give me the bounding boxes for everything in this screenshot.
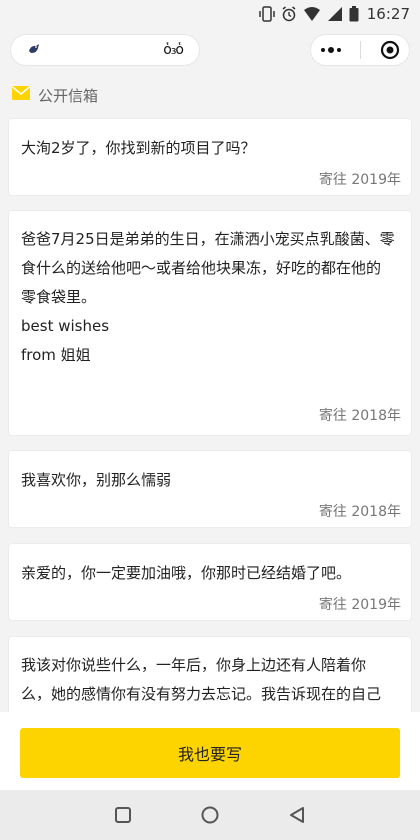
vibrate-icon (259, 6, 275, 22)
status-bar: 16:27 (0, 0, 420, 28)
target-icon[interactable] (380, 40, 400, 60)
letter-text: 爸爸7月25日是弟弟的生日，在潇洒小宠买点乳酸菌、零 食什么的送给他吧～或者给他… (21, 225, 399, 370)
battery-icon (349, 6, 359, 22)
write-letter-button[interactable]: 我也要写 (20, 728, 400, 778)
letter-card[interactable]: 我喜欢你，别那么懦弱 寄往 2018年 (8, 450, 412, 528)
section-header: 公开信箱 (11, 84, 99, 106)
letter-line: 我该对你说些什么，一年后，你身上边还有人陪着你 (21, 656, 367, 674)
square-icon[interactable] (108, 800, 138, 830)
triangle-back-icon[interactable] (282, 800, 312, 830)
letter-line: 大洵2岁了，你找到新的项目了吗？ (21, 139, 256, 157)
screen: 16:27 ὁ₃ὁ 公开信箱 大洵2岁了，你找到新的项目了吗？ 寄往 2019年… (0, 0, 420, 840)
mini-program-capsule[interactable]: ὁ₃ὁ (10, 34, 200, 66)
letter-line: 食什么的送给他吧～或者给他块果冻，好吃的都在他的 (21, 259, 382, 277)
letter-text: 大洵2岁了，你找到新的项目了吗？ (21, 133, 399, 163)
letter-line: 亲爱的，你一定要加油哦，你那时已经结婚了吧。 (21, 564, 352, 582)
letter-date: 寄往 2018年 (318, 408, 401, 424)
wifi-icon (303, 6, 321, 22)
letter-line: 零食袋里。 (21, 288, 97, 306)
letter-text: 亲爱的，你一定要加油哦，你那时已经结婚了吧。 (21, 558, 399, 588)
letter-list[interactable]: 大洵2岁了，你找到新的项目了吗？ 寄往 2019年 爸爸7月25日是弟弟的生日，… (0, 114, 420, 712)
letter-line: from 姐姐 (21, 346, 91, 364)
more-dots-icon[interactable] (320, 46, 342, 54)
envelope-icon (11, 86, 31, 104)
action-bar: 我也要写 (0, 712, 420, 790)
letter-date: 寄往 2019年 (318, 172, 401, 188)
letter-card[interactable]: 爸爸7月25日是弟弟的生日，在潇洒小宠买点乳酸菌、零 食什么的送给他吧～或者给他… (8, 210, 412, 436)
letter-text: 我喜欢你，别那么懦弱 (21, 465, 399, 495)
letter-card[interactable]: 我该对你说些什么，一年后，你身上边还有人陪着你 么，她的感情你有没有努力去忘记。… (8, 636, 412, 712)
letter-card[interactable]: 亲爱的，你一定要加油哦，你那时已经结婚了吧。 寄往 2019年 (8, 543, 412, 621)
alarm-icon (281, 6, 297, 22)
letter-line: best wishes (21, 317, 110, 335)
letter-text: 我该对你说些什么，一年后，你身上边还有人陪着你 么，她的感情你有没有努力去忘记。… (21, 651, 399, 709)
letter-line: 么，她的感情你有没有努力去忘记。我告诉现在的自己 (21, 685, 382, 703)
status-time: 16:27 (366, 5, 410, 23)
signal-icon (327, 6, 343, 22)
letter-date: 寄往 2018年 (318, 504, 401, 520)
menu-capsule (310, 34, 410, 66)
header: ὁ₃ὁ (0, 28, 420, 74)
system-nav-bar (0, 790, 420, 840)
letter-card[interactable]: 大洵2岁了，你找到新的项目了吗？ 寄往 2019年 (8, 118, 412, 196)
letter-date: 寄往 2019年 (318, 597, 401, 613)
capsule-text: ὁ₃ὁ (163, 42, 184, 58)
capsule-divider (360, 41, 362, 59)
bird-icon (27, 41, 41, 60)
section-title: 公开信箱 (38, 86, 99, 105)
letter-line: 爸爸7月25日是弟弟的生日，在潇洒小宠买点乳酸菌、零 (21, 230, 395, 248)
circle-icon[interactable] (195, 800, 225, 830)
letter-line: 我喜欢你，别那么懦弱 (21, 471, 172, 489)
